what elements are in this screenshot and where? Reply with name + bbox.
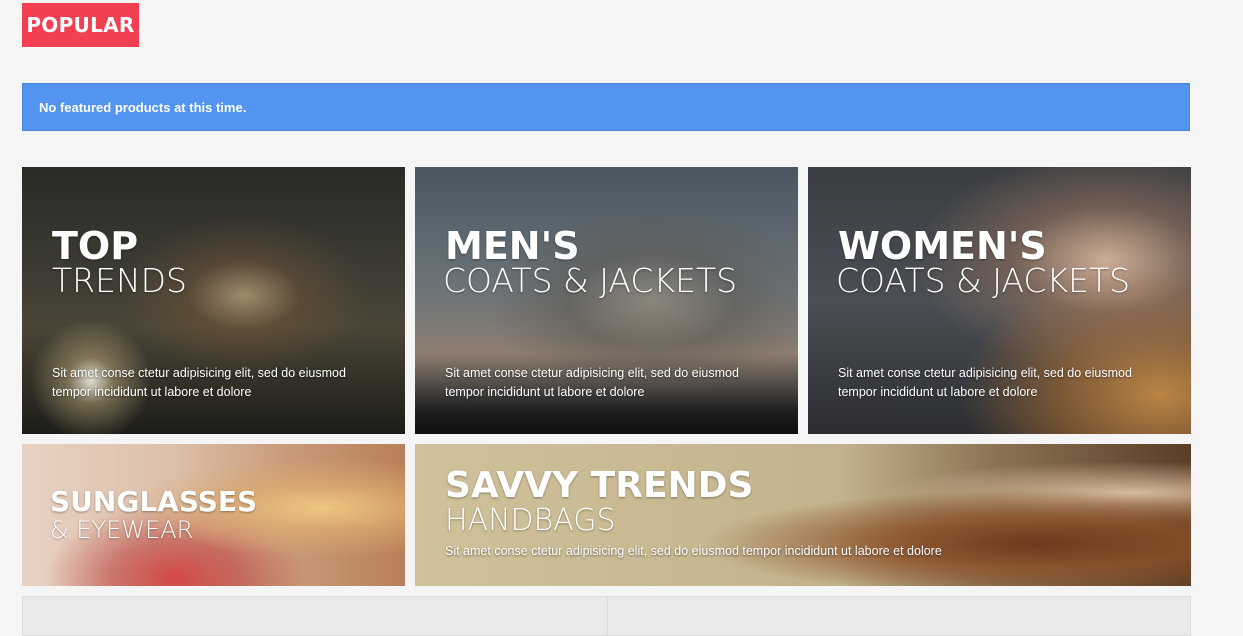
popular-label: POPULAR <box>26 13 135 37</box>
notice-text: No featured products at this time. <box>39 99 247 115</box>
banner-savvy-trends-handbags[interactable]: SAVVY TRENDS HANDBAGS Sit amet conse cte… <box>415 444 1191 586</box>
banner-description: Sit amet conse ctetur adipisicing elit, … <box>445 544 942 558</box>
banner-title: SUNGLASSES <box>50 485 258 518</box>
banner-title: WOMEN'S <box>838 224 1047 268</box>
banner-description: Sit amet conse ctetur adipisicing elit, … <box>838 366 1132 399</box>
bottom-panel-left <box>22 596 608 636</box>
banner-sunglasses-eyewear[interactable]: SUNGLASSES & EYEWEAR <box>22 444 405 586</box>
banner-subtitle: TRENDS <box>52 261 187 300</box>
banner-description: Sit amet conse ctetur adipisicing elit, … <box>445 366 739 399</box>
bottom-panel-right <box>607 596 1191 636</box>
banner-subtitle: HANDBAGS <box>445 503 616 538</box>
banner-top-trends[interactable]: TOP TRENDS Sit amet conse ctetur adipisi… <box>22 167 405 434</box>
no-featured-products-notice: No featured products at this time. <box>22 83 1190 131</box>
banner-subtitle: COATS & JACKETS <box>836 261 1131 300</box>
banner-womens-coats-jackets[interactable]: WOMEN'S COATS & JACKETS Sit amet conse c… <box>808 167 1191 434</box>
banner-title: MEN'S <box>445 224 580 268</box>
banner-subtitle: COATS & JACKETS <box>443 261 738 300</box>
banner-description: Sit amet conse ctetur adipisicing elit, … <box>52 366 346 399</box>
banner-title: SAVVY TRENDS <box>445 465 754 506</box>
banner-mens-coats-jackets[interactable]: MEN'S COATS & JACKETS Sit amet conse cte… <box>415 167 798 434</box>
banner-title: TOP <box>52 224 139 268</box>
popular-tab[interactable]: POPULAR <box>22 3 139 47</box>
banner-subtitle: & EYEWEAR <box>50 516 194 544</box>
